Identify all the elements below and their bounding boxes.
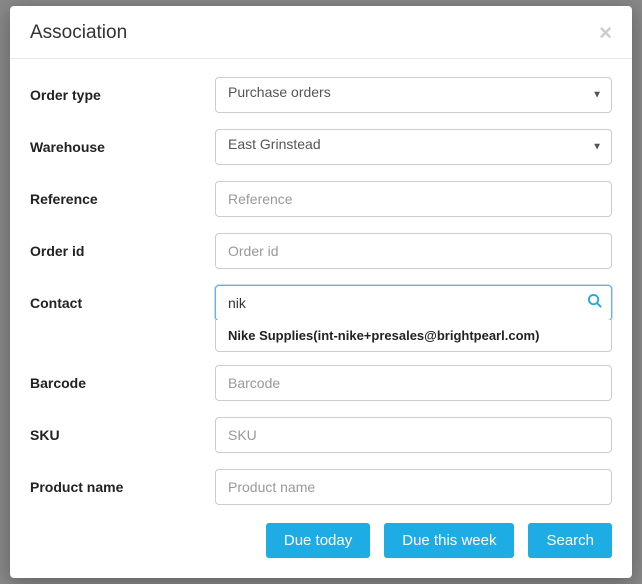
modal-header: Association × (10, 6, 632, 59)
reference-input[interactable] (215, 181, 612, 217)
association-modal: Association × Order type Purchase orders… (10, 6, 632, 578)
label-order-type: Order type (30, 87, 215, 103)
row-product-name: Product name (30, 469, 612, 505)
label-order-id: Order id (30, 243, 215, 259)
product-name-input[interactable] (215, 469, 612, 505)
search-button[interactable]: Search (528, 523, 612, 558)
close-icon[interactable]: × (599, 22, 612, 44)
row-order-id: Order id (30, 233, 612, 269)
warehouse-select[interactable]: East Grinstead (215, 129, 612, 165)
row-warehouse: Warehouse East Grinstead ▼ (30, 129, 612, 165)
row-sku: SKU (30, 417, 612, 453)
label-warehouse: Warehouse (30, 139, 215, 155)
label-contact: Contact (30, 295, 215, 311)
order-id-input[interactable] (215, 233, 612, 269)
due-today-button[interactable]: Due today (266, 523, 370, 558)
label-reference: Reference (30, 191, 215, 207)
row-contact: Contact Nike Supplies(int-nike+presales@… (30, 285, 612, 321)
row-order-type: Order type Purchase orders ▼ (30, 77, 612, 113)
autocomplete-item[interactable]: Nike Supplies(int-nike+presales@brightpe… (216, 320, 611, 351)
search-icon[interactable] (587, 293, 602, 313)
modal-body: Order type Purchase orders ▼ Warehouse E… (10, 59, 632, 519)
due-this-week-button[interactable]: Due this week (384, 523, 514, 558)
contact-input[interactable] (215, 285, 612, 321)
order-type-select[interactable]: Purchase orders (215, 77, 612, 113)
modal-footer: Due today Due this week Search (10, 519, 632, 578)
barcode-input[interactable] (215, 365, 612, 401)
modal-title: Association (30, 22, 127, 44)
row-reference: Reference (30, 181, 612, 217)
label-product-name: Product name (30, 479, 215, 495)
label-barcode: Barcode (30, 375, 215, 391)
contact-autocomplete: Nike Supplies(int-nike+presales@brightpe… (215, 320, 612, 352)
label-sku: SKU (30, 427, 215, 443)
sku-input[interactable] (215, 417, 612, 453)
row-barcode: Barcode (30, 365, 612, 401)
